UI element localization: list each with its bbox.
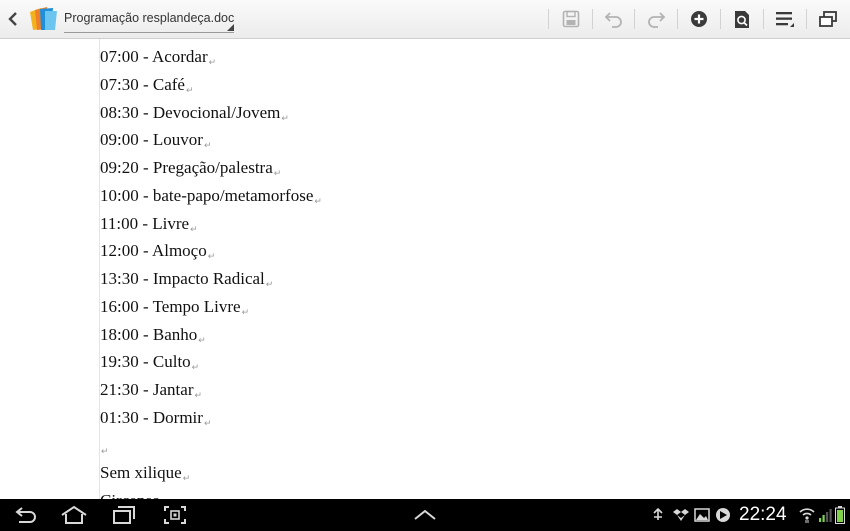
paragraph-mark-icon: ↵	[265, 279, 274, 289]
paragraph-mark-icon: ↵	[207, 251, 216, 262]
document-paragraph[interactable]: 13:30 - Impacto Radical↵	[100, 266, 322, 294]
paragraph-mark-icon: ↵	[198, 334, 206, 345]
signal-icon	[818, 507, 832, 523]
paragraph-text: 16:00 - Tempo Livre	[100, 296, 241, 316]
document-paragraph[interactable]: 10:00 - bate-papo/metamorfose↵	[100, 183, 322, 211]
paragraph-text: 19:30 - Culto	[100, 352, 191, 372]
paragraph-text: 12:00 - Almoço	[100, 241, 207, 261]
paragraph-text: 11:00 - Livre	[100, 213, 190, 233]
toolbar-divider	[548, 9, 549, 29]
view-mode-icon[interactable]	[728, 6, 756, 32]
toolbar-divider	[806, 9, 807, 29]
document-paragraph[interactable]: 08:30 - Devocional/Jovem↵	[100, 100, 322, 128]
document-paragraph[interactable]: 16:00 - Tempo Livre↵	[100, 294, 322, 322]
back-chevron-icon[interactable]	[5, 9, 21, 29]
document-body[interactable]: 07:00 - Acordar↵ 07:30 - Café↵ 08:30 - Dev…	[100, 44, 322, 499]
document-paragraph[interactable]: 18:00 - Banho↵	[100, 322, 322, 350]
document-paragraph[interactable]: 19:30 - Culto↵	[100, 349, 322, 377]
paragraph-mark-icon: ↵	[203, 417, 212, 428]
paragraph-text: 09:00 - Louvor	[100, 130, 203, 150]
dropdown-arrow-icon	[227, 24, 234, 31]
paragraph-mark-icon: ↵	[190, 223, 198, 234]
document-paragraph[interactable]: Sem xilique↵	[100, 460, 322, 488]
insert-icon[interactable]	[685, 6, 713, 32]
paragraph-mark-icon: ↵	[281, 112, 289, 123]
polaris-office-icon[interactable]	[27, 5, 59, 33]
paragraph-mark-icon: ↵	[273, 168, 282, 178]
wifi-icon	[799, 507, 815, 523]
usb-icon	[652, 507, 664, 523]
paragraph-text: Circenso	[100, 491, 160, 499]
paragraph-mark-icon: ↵	[182, 473, 191, 484]
system-bar: 22:24	[0, 499, 850, 531]
toolbar-divider	[592, 9, 593, 29]
document-paragraph[interactable]: 07:30 - Café↵	[100, 72, 322, 100]
menu-icon[interactable]	[771, 6, 799, 32]
document-paragraph[interactable]: 09:20 - Pregação/palestra↵	[100, 155, 322, 183]
document-paragraph[interactable]: 11:00 - Livre↵	[100, 211, 322, 239]
paragraph-text: 09:20 - Pregação/palestra	[100, 158, 273, 177]
paragraph-text: 07:30 - Café	[100, 74, 185, 94]
paragraph-mark-icon: ↵	[185, 84, 194, 95]
toolbar-divider	[720, 9, 721, 29]
redo-icon[interactable]	[642, 6, 670, 32]
gallery-icon	[694, 507, 710, 523]
recent-apps-icon[interactable]	[108, 503, 140, 527]
document-title: Programação resplandeça.doc	[64, 11, 235, 25]
toolbar-divider	[763, 9, 764, 29]
home-icon[interactable]	[58, 503, 90, 527]
toolbar-divider	[677, 9, 678, 29]
paragraph-mark-icon: ↵	[194, 390, 203, 400]
app-drawer-up-icon[interactable]	[409, 503, 441, 527]
dropbox-icon	[673, 507, 689, 523]
document-paragraph[interactable]: 07:00 - Acordar↵	[100, 44, 322, 72]
action-bar: Programação resplandeça.doc	[0, 0, 850, 39]
document-paragraph[interactable]: ↵	[100, 433, 322, 461]
paragraph-mark-icon: ↵	[191, 362, 200, 373]
document-canvas[interactable]: 07:00 - Acordar↵ 07:30 - Café↵ 08:30 - Dev…	[0, 39, 850, 499]
undo-icon[interactable]	[600, 6, 628, 32]
paragraph-text: 08:30 - Devocional/Jovem	[100, 102, 281, 122]
status-clock: 22:24	[739, 504, 787, 525]
paragraph-mark-icon: ↵	[241, 306, 250, 317]
paragraph-text: Sem xilique	[100, 463, 182, 483]
toolbar-divider	[634, 9, 635, 29]
document-paragraph[interactable]: 01:30 - Dormir↵	[100, 405, 322, 433]
paragraph-mark-icon: ↵	[101, 445, 109, 456]
paragraph-text: 18:00 - Banho	[100, 324, 198, 344]
paragraph-mark-icon: ↵	[203, 140, 212, 151]
paragraph-mark-icon: ↵	[208, 57, 217, 67]
document-paragraph[interactable]: 12:00 - Almoço↵	[100, 238, 322, 266]
document-paragraph[interactable]: 21:30 - Jantar↵	[100, 377, 322, 405]
window-icon[interactable]	[814, 6, 842, 32]
document-paragraph[interactable]: Circenso	[100, 488, 322, 499]
media-icon	[715, 507, 731, 523]
save-icon[interactable]	[557, 6, 585, 32]
document-paragraph[interactable]: 09:00 - Louvor↵	[100, 127, 322, 155]
document-title-dropdown[interactable]: Programação resplandeça.doc	[64, 10, 234, 33]
paragraph-mark-icon: ↵	[314, 195, 322, 206]
paragraph-text: 21:30 - Jantar	[100, 380, 194, 399]
back-icon[interactable]	[10, 503, 42, 527]
screenshot-icon[interactable]	[159, 503, 191, 527]
paragraph-text: 13:30 - Impacto Radical	[100, 269, 265, 288]
battery-icon	[835, 506, 845, 524]
paragraph-text: 07:00 - Acordar	[100, 47, 208, 66]
paragraph-text: 10:00 - bate-papo/metamorfose	[100, 185, 314, 205]
paragraph-text: 01:30 - Dormir	[100, 407, 203, 427]
